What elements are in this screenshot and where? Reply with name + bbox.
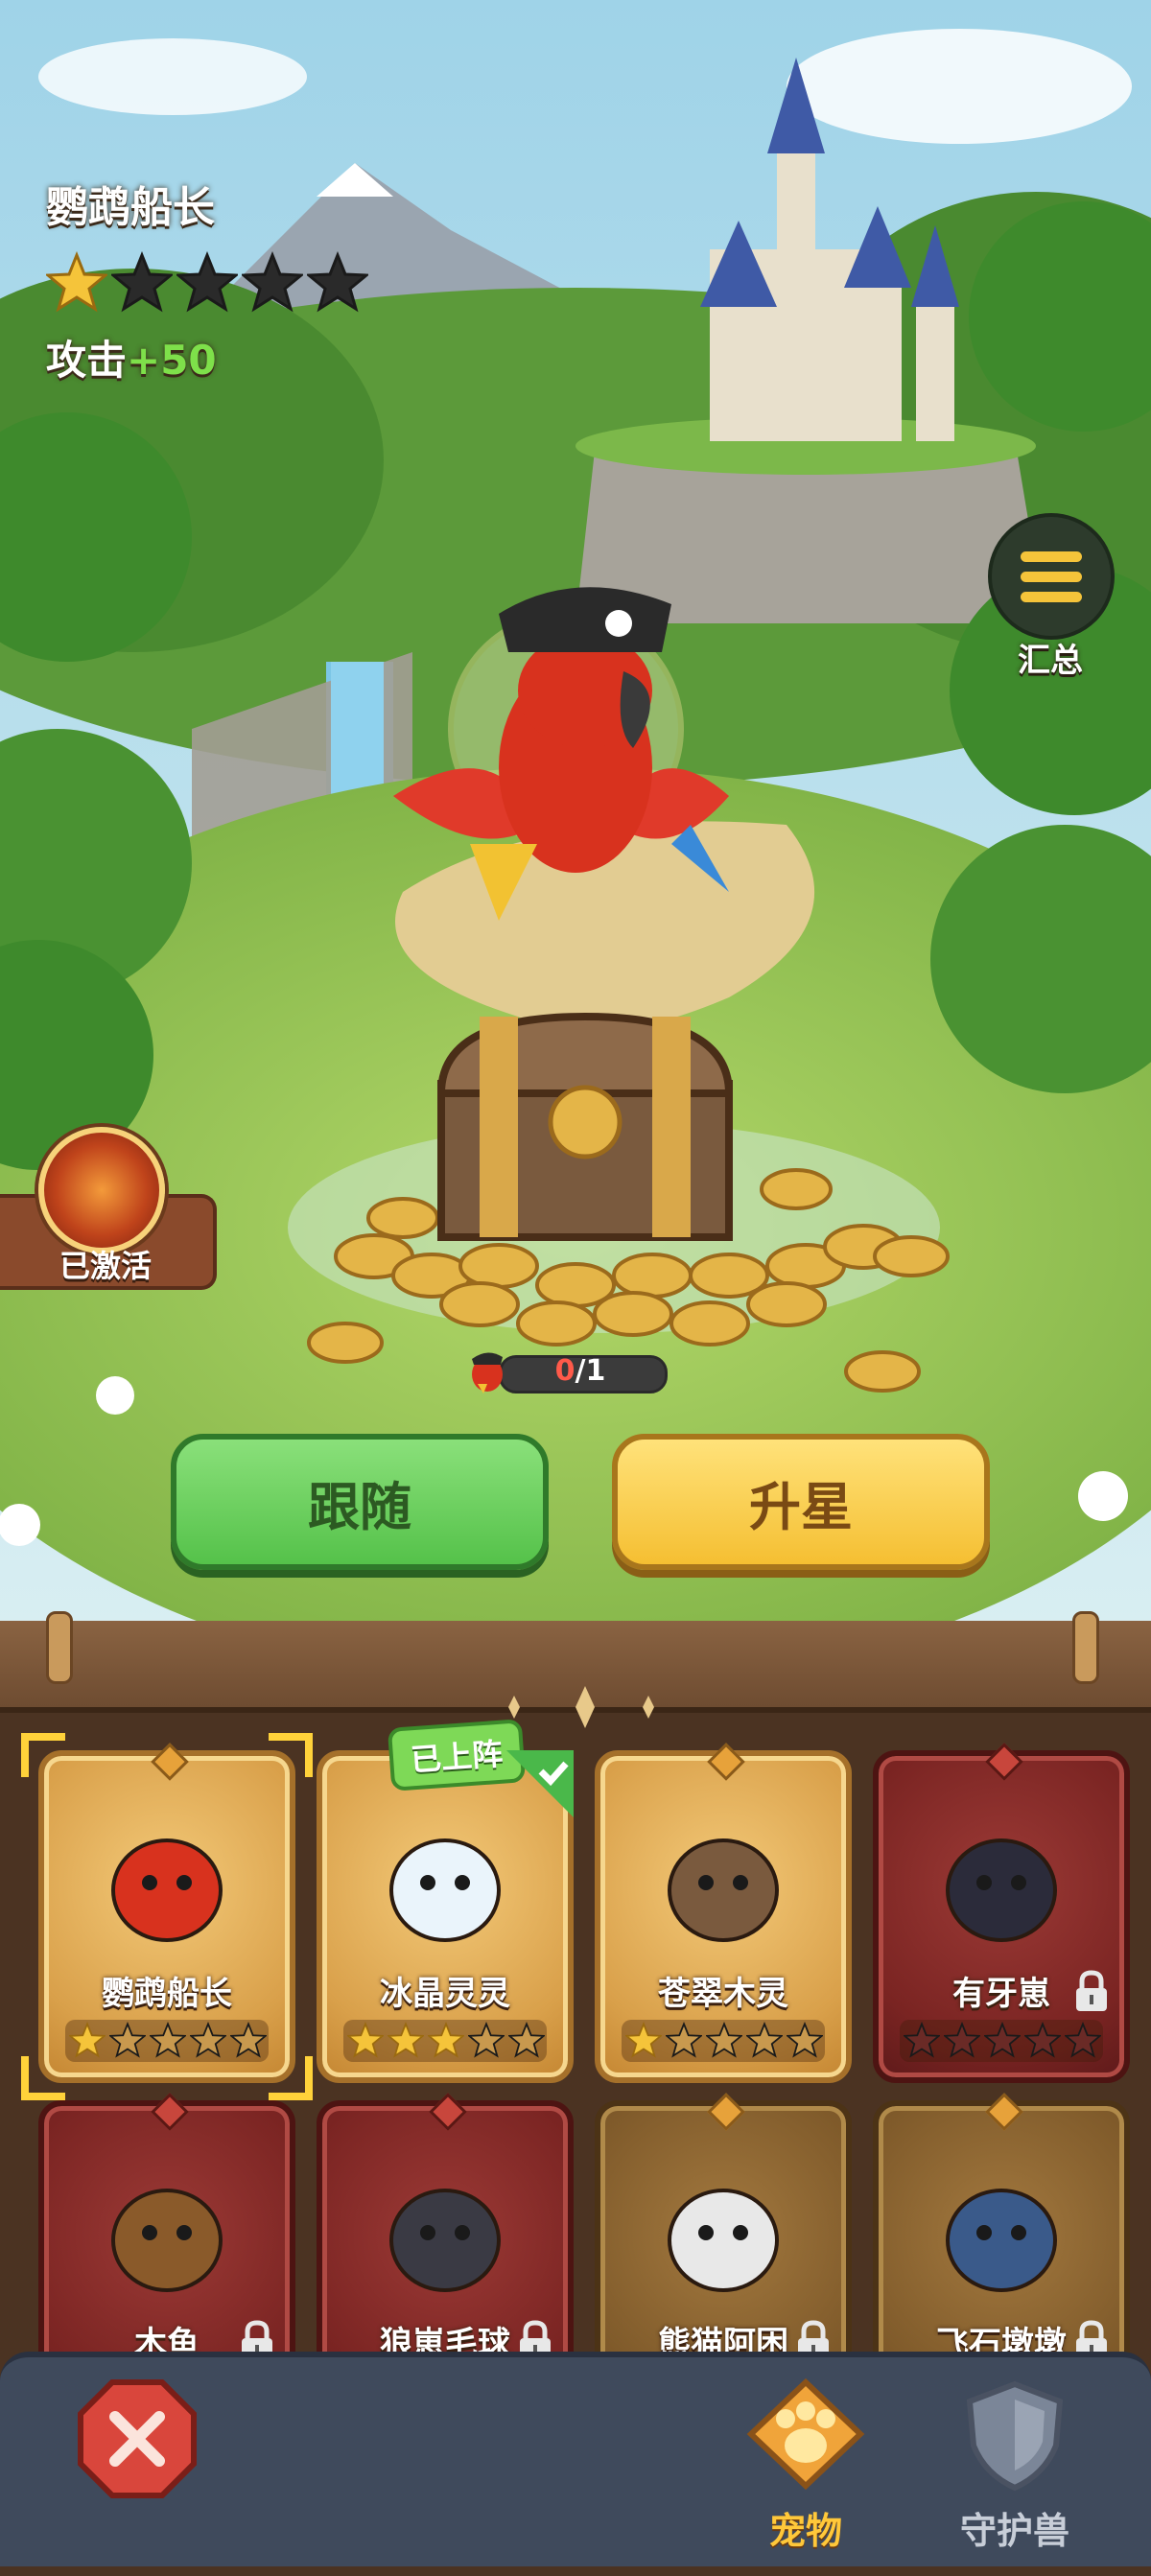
progress-text: 0/1: [499, 1355, 662, 1388]
star-empty-icon: [175, 250, 240, 313]
star-empty-icon: [744, 2021, 785, 2062]
star-empty-icon: [664, 2021, 704, 2062]
parrot-icon: [111, 1838, 223, 1942]
progress-current: 0: [554, 1354, 576, 1388]
panda-icon: [668, 2189, 779, 2292]
pet-card[interactable]: 鹦鹉船长: [21, 1733, 313, 2100]
attack-stat: 攻击+50: [46, 328, 368, 386]
star-empty-icon: [785, 2021, 825, 2062]
nav-guardian-label: 守护兽: [959, 2510, 1069, 2552]
ice-spirit-icon: [389, 1838, 501, 1942]
attack-label: 攻击: [46, 337, 128, 384]
pet-star-rating: [44, 250, 370, 313]
star-empty-icon: [188, 2021, 228, 2062]
paw-icon: [746, 2377, 865, 2491]
pet-card-name: 鹦鹉船长: [102, 1975, 232, 2013]
selection-corner: [21, 2056, 65, 2100]
pet-card[interactable]: 冰晶灵灵 已上阵: [317, 1719, 574, 2083]
skill-status-label: 已激活: [59, 1248, 152, 1284]
star-empty-icon: [107, 2021, 148, 2062]
star-filled-icon: [67, 2021, 107, 2062]
battle-close-button[interactable]: [77, 2378, 198, 2499]
menu-list-icon: [988, 513, 1115, 640]
shield-icon: [966, 2380, 1064, 2492]
star-filled-icon: [426, 2021, 466, 2062]
star-empty-icon: [902, 2021, 942, 2062]
pet-name: 鹦鹉船长: [46, 183, 215, 232]
pet-card-stars: [900, 2020, 1103, 2062]
upgrade-star-button[interactable]: 升星: [612, 1434, 990, 1570]
star-empty-icon: [240, 250, 305, 313]
star-filled-icon: [345, 2021, 386, 2062]
star-empty-icon: [1063, 2021, 1103, 2062]
pet-card[interactable]: 有牙崽: [873, 1743, 1130, 2083]
treasure-chest-icon: [436, 1012, 734, 1241]
selection-corner: [269, 2056, 313, 2100]
pet-info: 鹦鹉船长 攻击+50: [44, 173, 370, 386]
star-empty-icon: [466, 2021, 506, 2062]
panel-peg-left: [46, 1611, 73, 1684]
star-upgrade-progress: 0/1: [460, 1347, 668, 1393]
tree-spirit-icon: [668, 1838, 779, 1942]
wolf-pup-icon: [389, 2189, 501, 2292]
star-empty-icon: [506, 2021, 547, 2062]
star-empty-icon: [704, 2021, 744, 2062]
star-empty-icon: [305, 250, 370, 313]
lock-icon: [1076, 1970, 1107, 2011]
star-empty-icon: [982, 2021, 1022, 2062]
star-empty-icon: [109, 250, 175, 313]
stone-dragon-icon: [946, 2189, 1057, 2292]
nav-tab-pets[interactable]: 宠物: [729, 2377, 882, 2554]
star-filled-icon: [44, 250, 109, 313]
panel-peg-right: [1072, 1611, 1099, 1684]
star-filled-icon: [386, 2021, 426, 2062]
pet-card-stars: [622, 2020, 825, 2062]
star-empty-icon: [228, 2021, 269, 2062]
fire-skill-icon: [38, 1127, 165, 1253]
pet-card-stars: [343, 2020, 547, 2062]
pet-card-name: 苍翠木灵: [658, 1975, 788, 2013]
attack-bonus: +50: [127, 337, 217, 384]
progress-total: /1: [575, 1354, 606, 1388]
nav-tab-guardian[interactable]: 守护兽: [938, 2378, 1092, 2554]
summary-label: 汇总: [1018, 642, 1083, 680]
star-filled-icon: [623, 2021, 664, 2062]
checkmark-icon: [506, 1750, 574, 1817]
deployed-tag: 已上阵: [387, 1719, 527, 1791]
summary-button[interactable]: 汇总: [988, 513, 1115, 681]
wooden-fish-icon: [111, 2189, 223, 2292]
pet-card[interactable]: 苍翠木灵: [595, 1743, 852, 2083]
selection-corner: [269, 1733, 313, 1777]
pet-card-name: 冰晶灵灵: [380, 1975, 510, 2013]
star-empty-icon: [148, 2021, 188, 2062]
activated-skill[interactable]: 已激活: [0, 1127, 221, 1290]
star-empty-icon: [1022, 2021, 1063, 2062]
follow-button[interactable]: 跟随: [171, 1434, 549, 1570]
nav-pets-label: 宠物: [768, 2510, 842, 2552]
toothy-dragon-icon: [946, 1838, 1057, 1942]
star-empty-icon: [942, 2021, 982, 2062]
selection-corner: [21, 1733, 65, 1777]
parrot-shard-icon: [472, 1352, 503, 1393]
pet-card-stars: [65, 2020, 269, 2062]
